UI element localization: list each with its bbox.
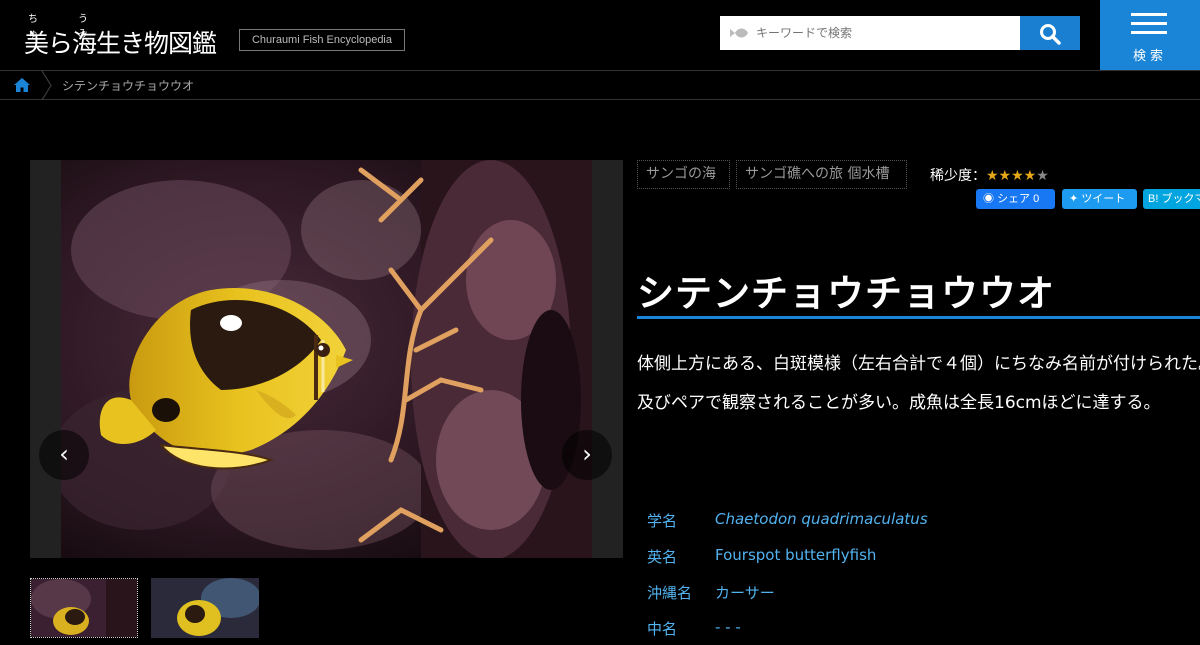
search-input[interactable] [756,16,1016,50]
thumbnail-image [151,578,259,638]
search-form [720,16,1080,50]
breadcrumb: シテンチョウチョウウオ [0,70,1200,100]
info-key: 中名 [647,620,678,638]
prev-photo-button[interactable]: ‹ [39,430,89,480]
site-header: ちゅ うみ 美ら海生き物図鑑 Churaumi Fish Encyclopedi… [0,0,1200,70]
rarity-label: 稀少度： [930,168,986,184]
rarity-stars-filled: ★★★★ [986,168,1037,184]
info-key: 学名 [647,512,678,530]
info-row-okinawan-name: 沖縄名 カーサー [637,573,1200,609]
search-box [720,16,1020,50]
info-row-chinese-name: 中名 - - - [637,609,1200,645]
tag-item[interactable]: サンゴの海 [637,160,730,189]
home-icon[interactable] [13,77,31,93]
tag-item[interactable]: サンゴ礁への旅 個水槽 [736,160,907,189]
menu-button[interactable]: 検索 [1100,0,1200,70]
search-button[interactable] [1020,16,1080,50]
site-subtitle: Churaumi Fish Encyclopedia [239,29,405,51]
fish-description: 体側上方にある、白斑模様（左右合計で４個）にちなみ名前が付けられた。単独及びペア… [637,354,1200,413]
info-value: Fourspot butterflyfish [715,546,877,564]
twitter-icon: ✦ [1069,193,1082,205]
fish-photo [61,160,592,558]
chevron-left-icon: ‹ [59,440,69,468]
fish-icon [730,28,748,38]
info-value: カーサー [715,584,775,602]
twitter-share-button[interactable]: ✦ ツイート [1062,189,1137,209]
fish-name-heading: シテンチョウチョウウオ [637,272,1055,315]
thumbnail-image [31,579,137,637]
facebook-icon: ◉ [983,193,998,205]
facebook-share-label: シェア 0 [997,193,1040,205]
hatena-share-label: B! ブックマ [1148,193,1200,205]
thumbnail-1[interactable] [30,578,138,638]
site-title: 美ら海生き物図鑑 [24,29,217,58]
search-icon [1040,24,1061,45]
title-underline [637,316,1200,319]
rarity-rating: 稀少度：★★★★★ [930,165,1049,185]
main-photo-viewer: ‹ › [30,160,623,558]
hatena-bookmark-button[interactable]: B! ブックマ [1143,189,1200,209]
info-key: 沖縄名 [647,584,693,602]
info-key: 英名 [647,548,678,566]
info-row-english-name: 英名 Fourspot butterflyfish [637,537,1200,573]
breadcrumb-current: シテンチョウチョウウオ [62,79,195,93]
thumbnail-2[interactable] [151,578,259,638]
menu-label: 検索 [1132,49,1167,64]
facebook-share-button[interactable]: ◉ シェア 0 [976,189,1055,209]
info-row-scientific-name: 学名 Chaetodon quadrimaculatus [637,501,1200,537]
rarity-stars-empty: ★ [1036,168,1049,184]
breadcrumb-separator-icon [41,71,52,100]
chevron-right-icon: › [582,440,592,468]
hamburger-icon [1131,13,1167,40]
info-value: Chaetodon quadrimaculatus [715,510,928,528]
info-value: - - - [715,618,741,636]
next-photo-button[interactable]: › [562,430,612,480]
twitter-share-label: ツイート [1081,193,1126,205]
